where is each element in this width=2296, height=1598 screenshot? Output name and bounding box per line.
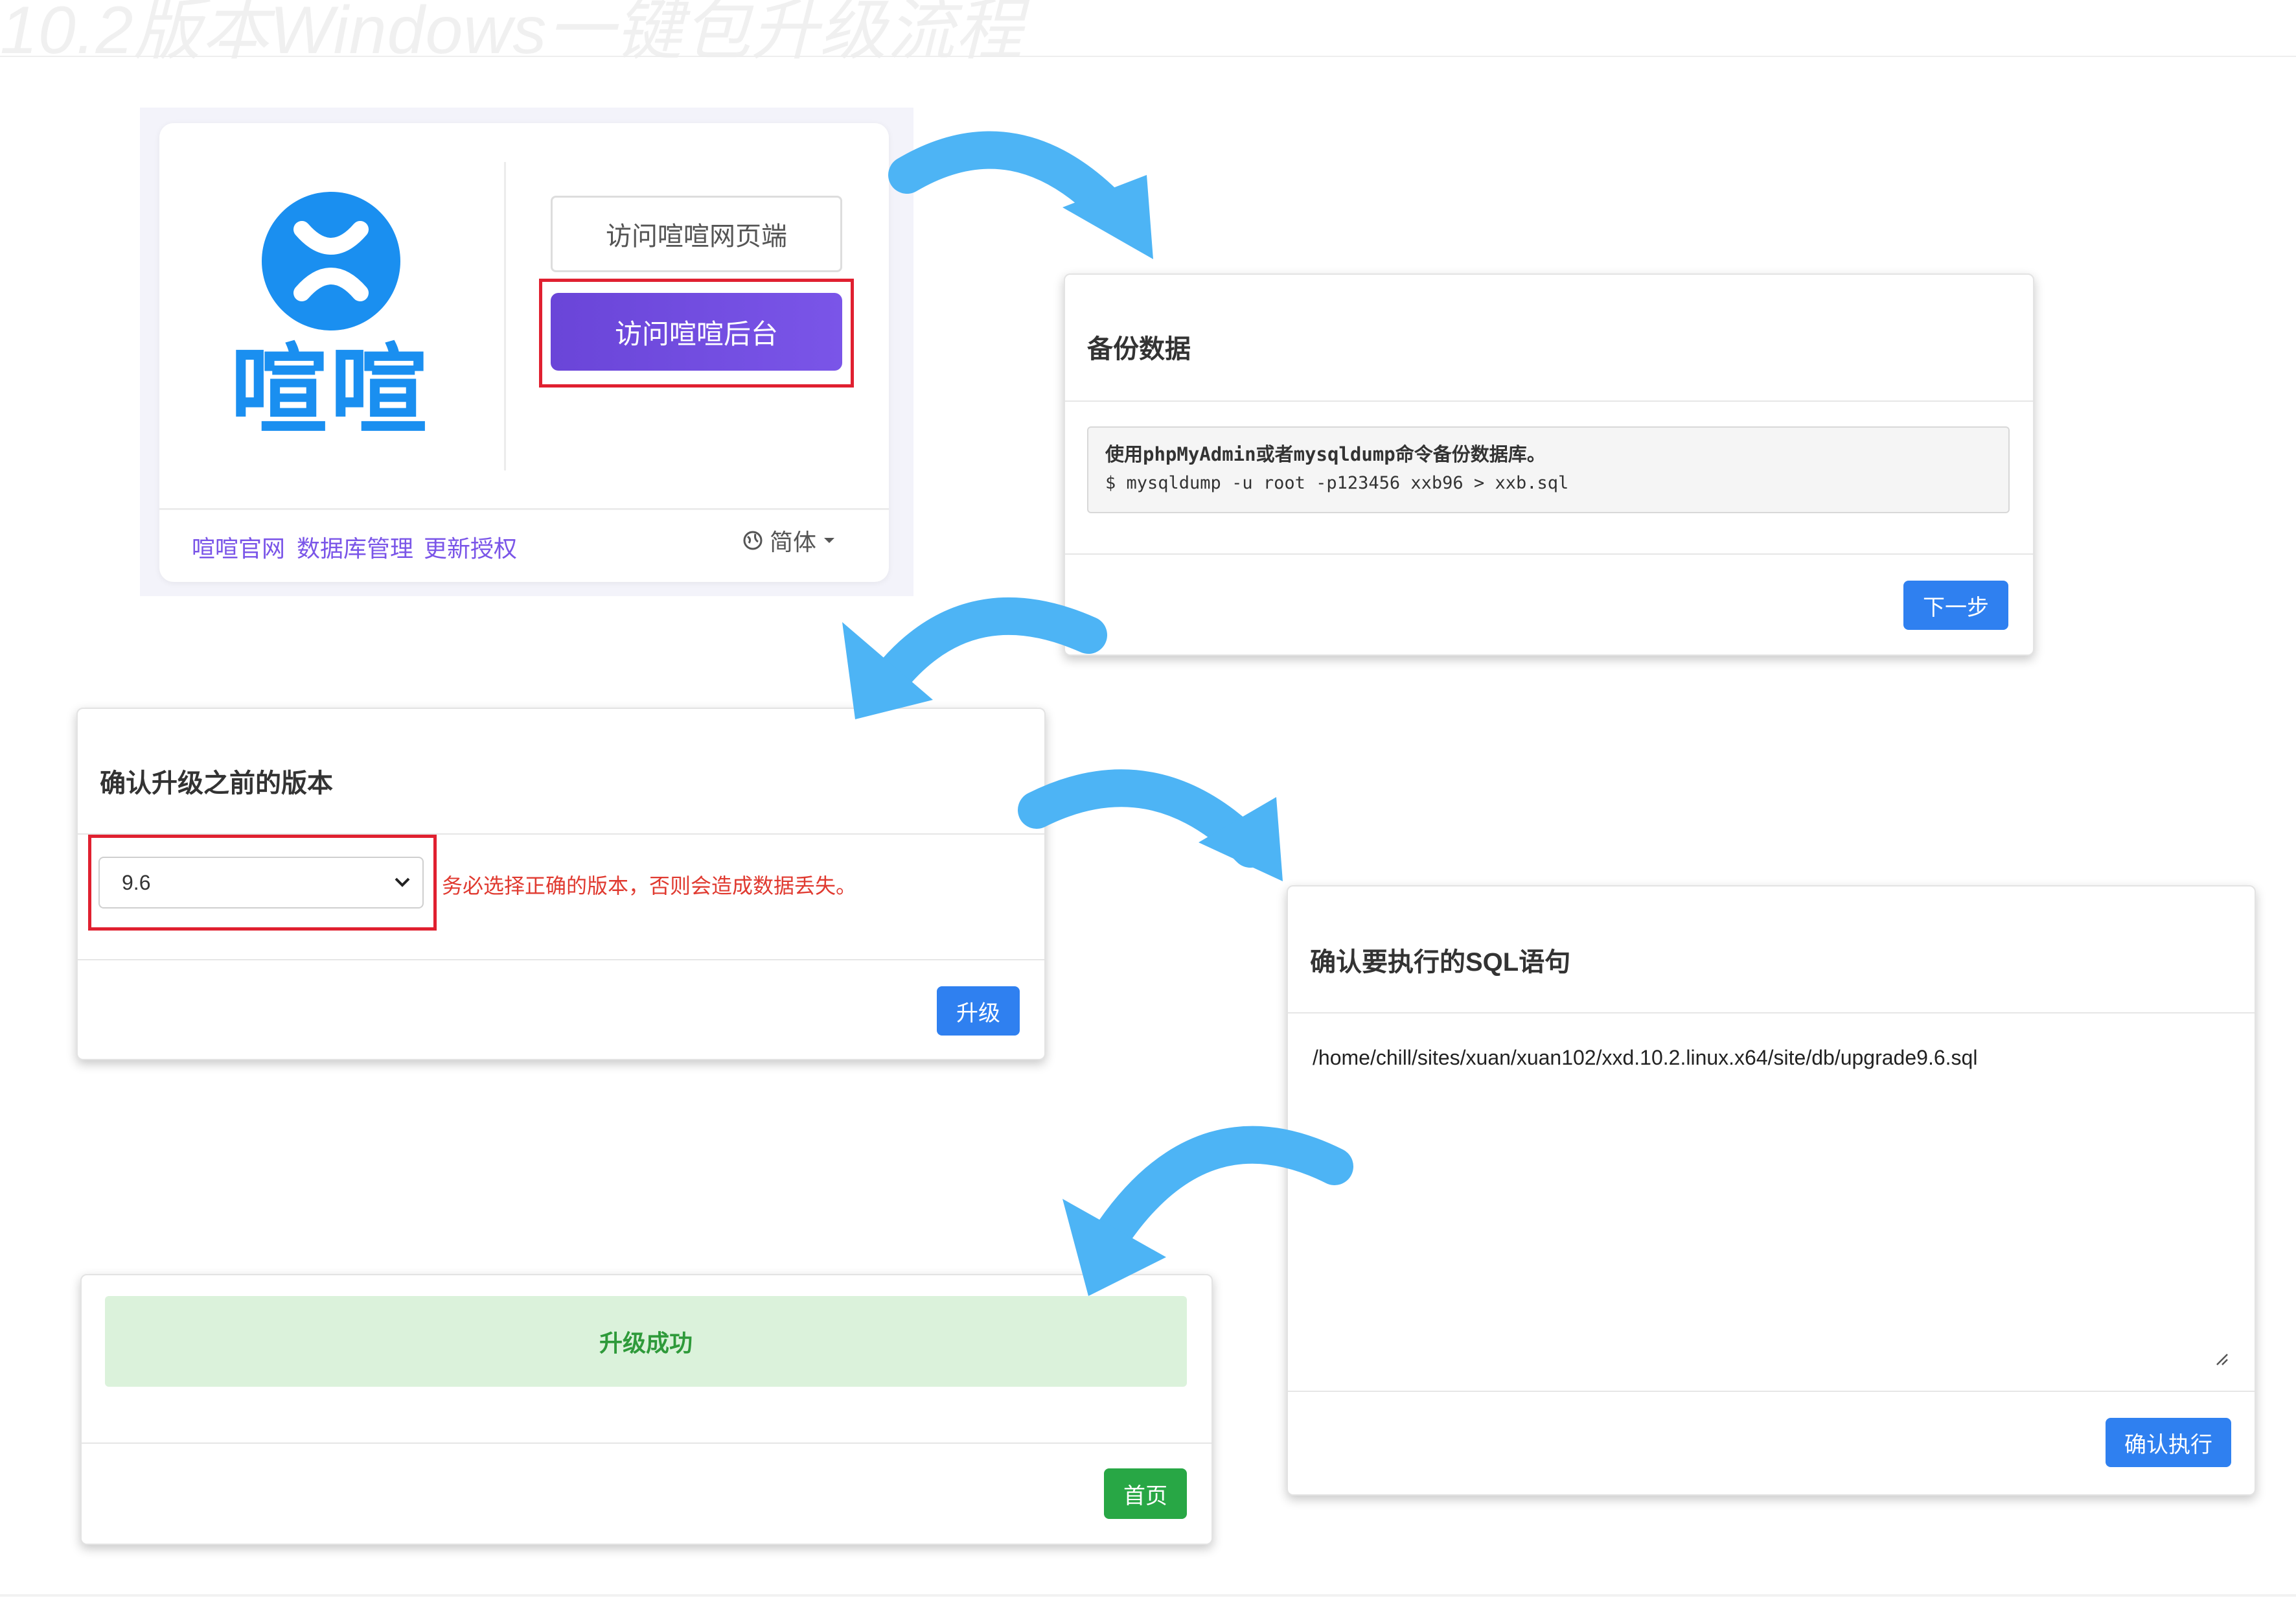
arrow-4-icon (1096, 1126, 1353, 1250)
arrow-2-icon (875, 597, 1107, 693)
flow-arrows (842, 131, 1353, 1296)
bottom-divider (0, 1594, 2296, 1597)
